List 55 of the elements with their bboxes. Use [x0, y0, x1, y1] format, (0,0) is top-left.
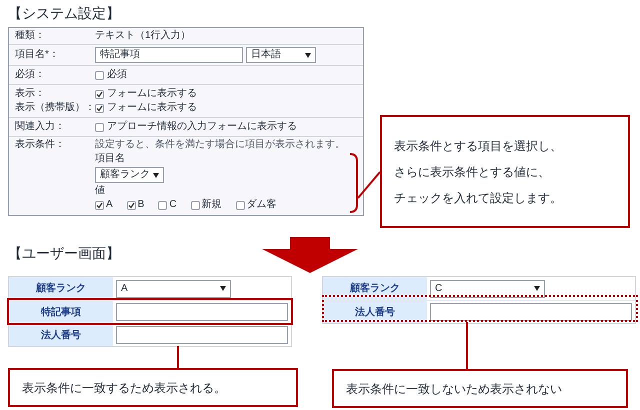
text-field[interactable]: [430, 303, 632, 321]
caret-icon: [534, 286, 540, 291]
caret-icon: [305, 52, 311, 58]
checkbox[interactable]: [95, 90, 104, 98]
field-label: 必須：: [15, 69, 46, 81]
bracket-drawing: [349, 153, 359, 213]
field-value: テキスト（1行入力）: [95, 30, 191, 42]
field-label: 項目名*：: [15, 49, 60, 61]
field-label: 表示：: [15, 88, 46, 100]
field-label: 法人番号: [355, 306, 395, 320]
callout-text: 表示条件に一致するため表示される。: [22, 380, 226, 396]
field-label: 表示条件：: [15, 139, 66, 152]
field-label: 種類：: [15, 30, 46, 42]
checkbox-label: フォームに表示する: [107, 88, 197, 100]
language-dropdown[interactable]: 日本語: [246, 47, 316, 63]
section-title: 【システム設定】: [8, 4, 120, 23]
field-label: 顧客ランク: [36, 281, 86, 296]
callout-text: 表示条件に一致しないため表示されない: [346, 380, 562, 398]
checkbox[interactable]: [126, 200, 136, 210]
section-title: 【ユーザー画面】: [8, 244, 120, 263]
text-field[interactable]: [116, 326, 288, 344]
checkbox-label: アプローチ情報の入力フォームに表示する: [107, 121, 297, 133]
checkbox[interactable]: [95, 104, 104, 112]
checkbox-label: A: [106, 199, 113, 211]
callout-text: チェックを入れて設定します。: [394, 190, 563, 206]
rank-dropdown[interactable]: A: [116, 280, 231, 298]
checkbox-label: C: [169, 199, 177, 211]
field-label: 特記事項: [41, 306, 81, 320]
field-label: 値: [95, 185, 105, 197]
checkbox[interactable]: [95, 70, 104, 80]
caret-icon: [153, 172, 159, 178]
checkbox-label: 新規: [202, 199, 222, 211]
checkbox[interactable]: [236, 200, 245, 210]
text-field[interactable]: [116, 303, 288, 321]
checkbox[interactable]: [190, 200, 200, 210]
field-label: 表示（携帯版）：: [15, 102, 95, 114]
down-arrow-icon: [262, 237, 358, 273]
checkbox[interactable]: [95, 200, 104, 210]
rank-dropdown[interactable]: C: [430, 280, 545, 298]
field-label: 関連入力：: [15, 121, 66, 133]
checkbox-label: 必須: [107, 69, 127, 81]
checkbox[interactable]: [95, 122, 104, 132]
field-label: 顧客ランク: [350, 281, 400, 296]
text-field[interactable]: 特記事項: [95, 47, 243, 63]
hint-text: 設定すると、条件を満たす場合に項目が表示されます。: [95, 139, 345, 151]
checkbox-label: ダム客: [246, 199, 277, 211]
field-label: 法人番号: [41, 328, 81, 342]
item-dropdown[interactable]: 顧客ランク: [95, 167, 164, 183]
checkbox-label: フォームに表示する: [107, 102, 197, 114]
callout-text: 表示条件とする項目を選択し、: [394, 138, 563, 154]
callout-text: さらに表示条件とする値に、: [394, 164, 551, 180]
caret-icon: [220, 286, 226, 291]
checkbox[interactable]: [158, 200, 168, 210]
field-label: 項目名: [95, 153, 125, 165]
checkbox-label: B: [138, 199, 144, 211]
